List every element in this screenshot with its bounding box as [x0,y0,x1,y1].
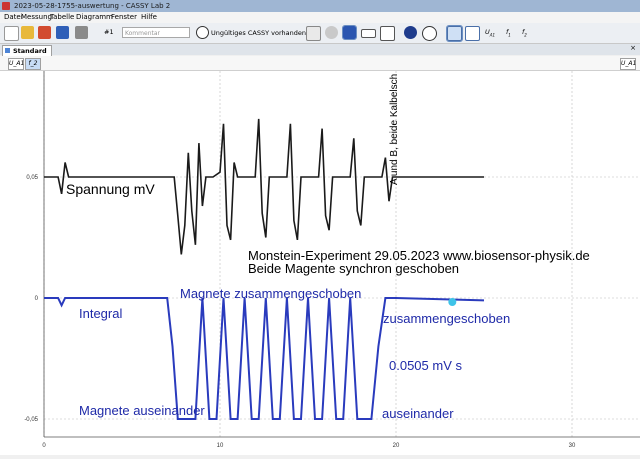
numbering-label[interactable]: #1 [104,28,114,36]
open-folder-icon[interactable] [21,26,34,39]
label-auseinander-right: auseinander [382,406,454,421]
cassy-status[interactable]: Ungültiges CASSY vorhanden [211,26,306,40]
tab-label: Standard [13,47,47,55]
close-tab-icon[interactable]: × [630,44,636,52]
label-value: 0.0505 mV s [389,358,462,373]
plot-area[interactable]: 0 10 20 30 0,05 0 -0,05 Spannung mV A und B, … [0,71,640,455]
new-file-icon[interactable] [4,26,19,41]
print-icon[interactable] [75,26,88,39]
menu-messung[interactable]: Messung [21,12,52,23]
menu-diagramm[interactable]: Diagramm [76,12,113,23]
tab-standard[interactable]: Standard [2,45,52,56]
x-tick-label: 0 [42,443,46,449]
label-magnete-auseinander: Magnete auseinander [79,403,205,418]
y-tick-label: 0 [35,296,39,302]
axis-selector-bar: U_A1 f_2 U_A1 [0,56,640,71]
y-tick-label: -0,05 [24,417,38,423]
label-spannung: Spannung mV [66,181,155,197]
window-titlebar: 2023-05-28-1755-auswertung - CASSY Lab 2 [0,0,640,12]
help-icon[interactable] [404,26,417,39]
menu-tabelle[interactable]: Tabelle [50,12,74,23]
title-line2: Beide Magente synchron geschoben [248,261,459,276]
menu-bar: Datei Messung Tabelle Diagramm Fenster H… [0,12,640,23]
oscilloscope-icon[interactable] [325,26,338,39]
label-integral: Integral [79,306,122,321]
menu-fenster[interactable]: Fenster [111,12,137,23]
x-tick-label: 10 [217,443,224,449]
comment-input[interactable]: Kommentar [122,27,190,38]
y-tick-labels: 0,05 0 -0,05 [24,175,38,423]
save-icon[interactable] [56,26,69,39]
chart-svg[interactable]: 0 10 20 30 0,05 0 -0,05 Spannung mV A und B, … [0,71,640,455]
x-tick-labels: 0 10 20 30 [42,443,576,449]
menu-hilfe[interactable]: Hilfe [141,12,157,23]
label-vertical: A und B, beide Kalbelsch [389,74,400,185]
label-zusammen-right: zusammengeschoben [383,311,510,326]
y-tick-label: 0,05 [26,175,38,181]
lock-icon[interactable] [306,26,321,41]
tab-icon [5,48,10,53]
x-tick-label: 20 [393,443,400,449]
display-icon[interactable] [361,29,376,38]
open-recent-icon[interactable] [38,26,51,39]
axis-button-right-ua1[interactable]: U_A1 [620,58,636,70]
channel-f2-icon[interactable]: f2 [522,28,527,37]
cursor-marker [448,298,457,306]
grid-icon[interactable] [380,26,395,41]
axis-button-ua1[interactable]: U_A1 [8,58,24,70]
channel-f1-icon[interactable]: f1 [506,28,511,37]
meter-icon[interactable] [422,26,437,41]
window-title: 2023-05-28-1755-auswertung - CASSY Lab 2 [14,2,171,10]
clock-icon[interactable] [196,26,209,39]
tab-strip: Standard × [0,44,640,56]
channel-ua1-icon[interactable]: UA1 [485,28,495,37]
layout-grid-icon[interactable] [465,26,480,41]
axis-button-f2[interactable]: f_2 [25,58,41,70]
x-tick-label: 30 [569,443,576,449]
menu-datei[interactable]: Datei [4,12,23,23]
settings-gear-icon[interactable] [342,25,357,40]
toolbar: #1 Kommentar Ungültiges CASSY vorhanden … [0,23,640,44]
app-icon [2,2,10,10]
layout-split-icon[interactable] [446,25,463,42]
label-magnete-zusammen: Magnete zusammengeschoben [180,286,361,301]
